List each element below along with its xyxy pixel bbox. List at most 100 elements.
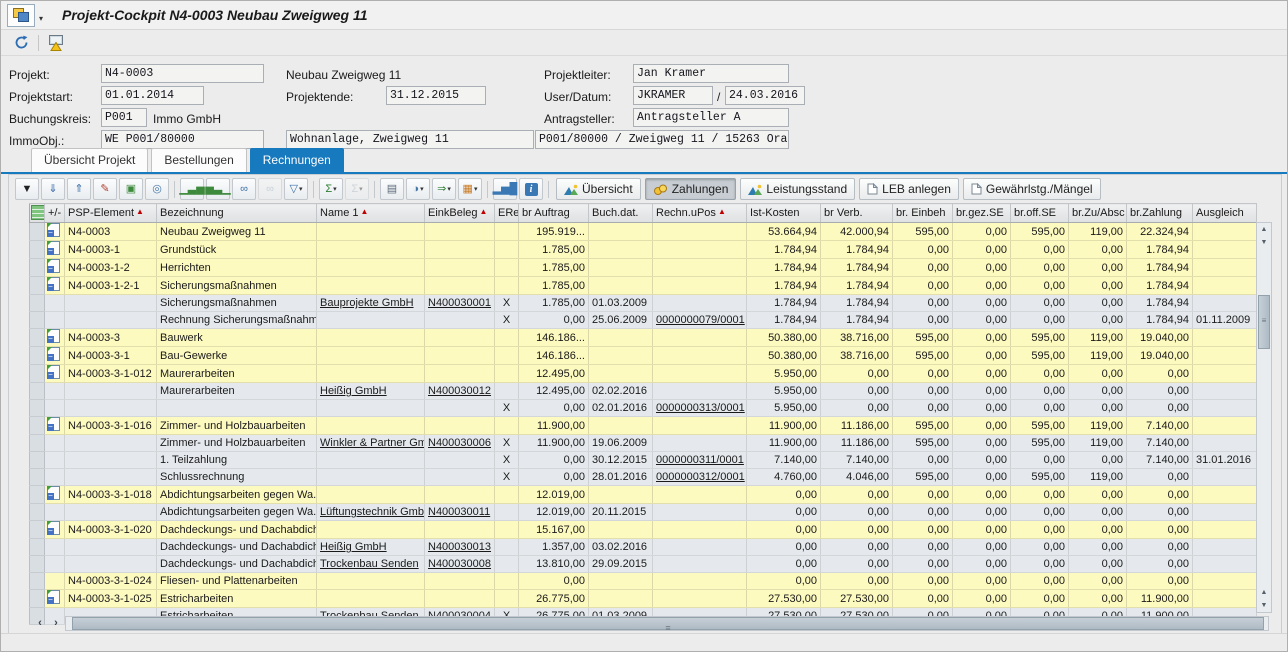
column-header-br-off-se[interactable]: br.off.SE [1011,204,1069,223]
display-change-icon[interactable]: ✎ [93,178,117,200]
row-selector[interactable] [30,400,45,417]
dropdown-caret-icon[interactable]: ▾ [420,185,424,193]
scroll-down-icon[interactable]: ▼ [1257,236,1271,249]
horizontal-scrollbar-track[interactable]: ≡ [65,616,1269,631]
projektleiter-field[interactable]: Jan Kramer [633,64,789,83]
row-selector[interactable] [30,486,45,504]
scroll-up-icon[interactable]: ▲ [1257,223,1271,236]
name1-link[interactable]: Winkler & Partner GmbH [320,437,425,449]
immoobj-text-field[interactable]: Wohnanlage, Zweigweg 11 [286,130,534,149]
name1-link[interactable]: Heißig GmbH [320,541,387,553]
row-selector[interactable] [30,469,45,486]
dropdown-caret-icon[interactable]: ▾ [447,185,451,193]
search-detail-icon[interactable]: ◎ [145,178,169,200]
row-selector[interactable] [30,504,45,521]
collapse-all-icon[interactable]: ⇓ [41,178,65,200]
objektadresse-field[interactable]: P001/80000 / Zweigweg 11 / 15263 Oranien… [535,130,789,149]
rechnupos-link[interactable]: 0000000311/0001 [656,454,744,466]
column-header-bezeichnung[interactable]: Bezeichnung [157,204,317,223]
name1-link[interactable]: Lüftungstechnik GmbH [320,506,425,518]
wbs-node-icon[interactable] [47,521,60,535]
column-header-br-gez-se[interactable]: br.gez.SE [953,204,1011,223]
wbs-node-icon[interactable] [47,241,60,255]
wbs-node-icon[interactable] [47,365,60,379]
einkbeleg-link[interactable]: N400030013 [428,541,491,553]
wbs-node-icon[interactable] [47,329,60,343]
uebersicht-button[interactable]: Übersicht [556,178,641,200]
einkbeleg-link[interactable]: N400030008 [428,558,491,570]
row-selector[interactable] [30,223,45,241]
filter-icon[interactable]: ▽▾ [284,178,308,200]
find-icon[interactable]: ∞ [232,178,256,200]
row-selector[interactable] [30,573,45,590]
dropdown-caret-icon[interactable]: ▾ [474,185,478,193]
scroll-up-icon[interactable]: ▲ [1257,586,1271,599]
row-selector[interactable] [30,329,45,347]
leistungsstand-button[interactable]: Leistungsstand [740,178,855,200]
column-header-br-zahlung[interactable]: br.Zahlung [1127,204,1193,223]
row-selector[interactable] [30,521,45,539]
row-selector[interactable] [30,312,45,329]
row-selector[interactable] [30,435,45,452]
gui-status-monitor-icon[interactable] [44,32,68,54]
row-selector[interactable] [30,452,45,469]
name1-link[interactable]: Trockenbau Senden [320,558,419,570]
session-icon[interactable] [7,4,35,27]
wbs-node-icon[interactable] [47,347,60,361]
row-selector[interactable] [30,365,45,383]
row-selector[interactable] [30,347,45,365]
views-icon[interactable]: ◑▾ [406,178,430,200]
vertical-scrollbar-thumb[interactable]: ≡ [1258,295,1270,349]
column-header-psp-element[interactable]: PSP-Element▲ [65,204,157,223]
projekt-field[interactable]: N4-0003 [101,64,264,83]
column-header-br-zu-absc[interactable]: br.Zu/Absc [1069,204,1127,223]
wbs-node-icon[interactable] [47,417,60,431]
column-header-expand[interactable]: +/- [45,204,65,223]
sort-descending-icon[interactable]: ▅▃▁ [206,178,230,200]
column-header-ausgleich[interactable]: Ausgleich [1193,204,1257,223]
sort-ascending-icon[interactable]: ▁▃▅ [180,178,204,200]
rechnupos-link[interactable]: 0000000079/0001 [656,314,745,326]
tab-bestellungen[interactable]: Bestellungen [151,148,246,172]
details-icon[interactable]: ▼ [15,178,39,200]
column-header-br-auftrag[interactable]: br Auftrag [519,204,589,223]
select-all-icon[interactable] [31,205,45,220]
gewaehrlstg-button[interactable]: Gewährlstg./Mängel [963,178,1101,200]
column-header-br-einbeh[interactable]: br. Einbeh [893,204,953,223]
wbs-node-icon[interactable] [47,590,60,604]
wbs-node-icon[interactable] [47,486,60,500]
einkbeleg-link[interactable]: N400030011 [428,506,490,518]
buchungskreis-field[interactable]: P001 [101,108,147,127]
refresh-selection-icon[interactable]: ▣ [119,178,143,200]
scroll-left-icon[interactable]: ‹ [33,616,47,631]
scroll-down-icon[interactable]: ▼ [1257,599,1271,612]
graphic-icon[interactable]: ▂▅█ [493,178,517,200]
einkbeleg-link[interactable]: N400030012 [428,385,491,397]
row-selector[interactable] [30,556,45,573]
einkbeleg-link[interactable]: N400030006 [428,437,491,449]
horizontal-scrollbar-thumb[interactable]: ≡ [72,617,1264,630]
dropdown-caret-icon[interactable]: ▾ [299,185,303,193]
column-header-ere[interactable]: ERe [495,204,519,223]
row-selector[interactable] [30,277,45,295]
row-selector[interactable] [30,241,45,259]
einkbeleg-link[interactable]: N400030001 [428,297,491,309]
info-icon[interactable]: i [519,178,543,200]
column-header-name-1[interactable]: Name 1▲ [317,204,425,223]
tab-bersicht-projekt[interactable]: Übersicht Projekt [31,148,148,172]
row-selector[interactable] [30,539,45,556]
wbs-node-icon[interactable] [47,259,60,273]
column-header-br-verb[interactable]: br Verb. [821,204,893,223]
select-all-header[interactable] [30,204,45,223]
expand-all-icon[interactable]: ⇑ [67,178,91,200]
rechnupos-link[interactable]: 0000000313/0001 [656,402,745,414]
scroll-right-icon[interactable]: › [49,616,63,631]
zahlungen-button[interactable]: Zahlungen [645,178,737,200]
name1-link[interactable]: Bauprojekte GmbH [320,297,414,309]
row-selector[interactable] [30,417,45,435]
projektstart-field[interactable]: 01.01.2014 [101,86,204,105]
name1-link[interactable]: Heißig GmbH [320,385,387,397]
column-header-ist-kosten[interactable]: Ist-Kosten [747,204,821,223]
row-selector[interactable] [30,590,45,608]
antragsteller-field[interactable]: Antragsteller A [633,108,789,127]
